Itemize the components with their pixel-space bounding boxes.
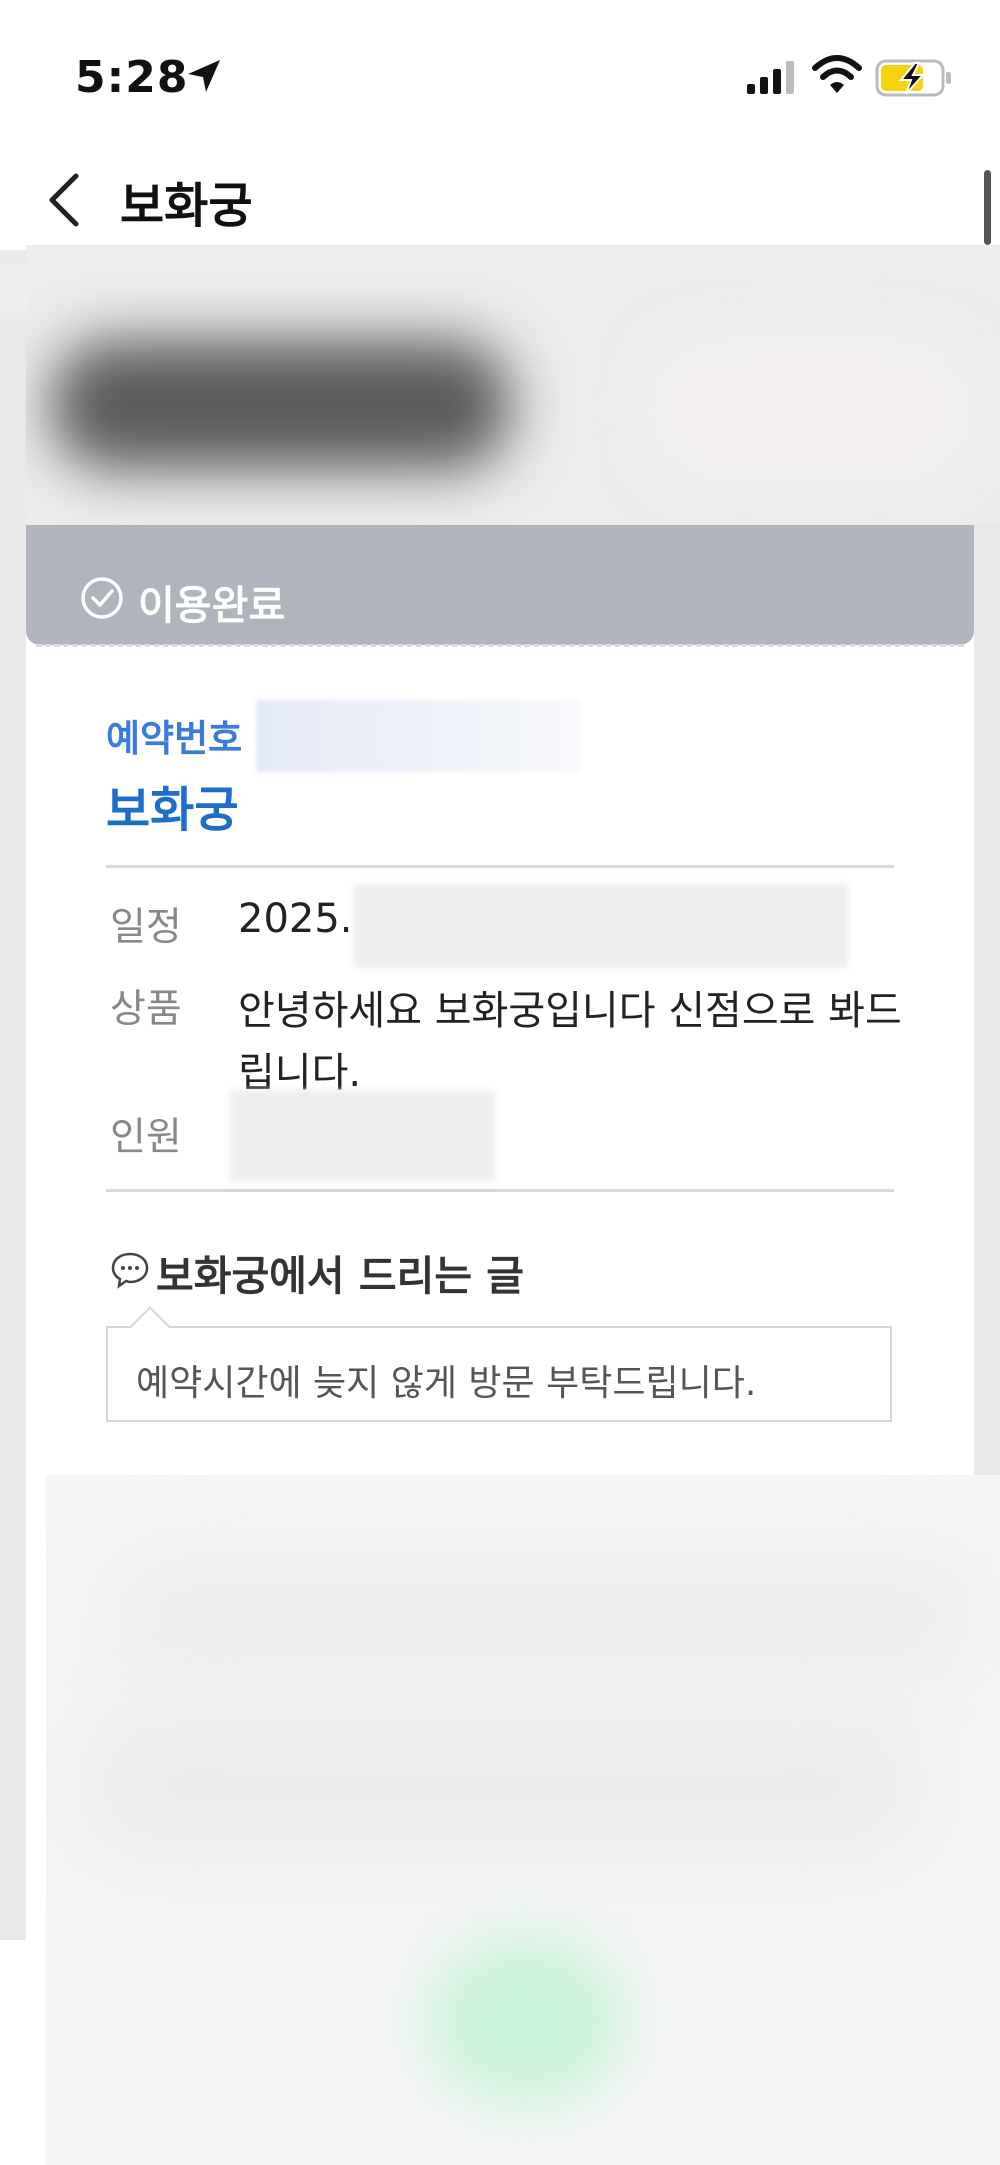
- blurred-content: [51, 340, 511, 470]
- scrollbar[interactable]: [984, 170, 991, 245]
- battery-charging-icon: [875, 59, 951, 97]
- blurred-banner: [26, 245, 1000, 525]
- reservation-number-redacted: [256, 700, 581, 772]
- app-header: 보화궁: [0, 150, 1000, 250]
- page-title: 보화궁: [120, 178, 253, 234]
- status-bar: 5:28: [0, 0, 1000, 150]
- back-chevron-icon[interactable]: [40, 170, 90, 230]
- reservation-status-strip: 이용완료: [26, 525, 974, 647]
- people-label: 인원: [110, 1115, 182, 1160]
- chat-bubble-icon: [111, 1252, 149, 1289]
- wifi-icon: [812, 55, 862, 93]
- blurred-content: [76, 1715, 926, 1855]
- message-text: 예약시간에 늦지 않게 방문 부탁드립니다.: [136, 1363, 757, 1404]
- schedule-redacted: [354, 884, 848, 968]
- place-name[interactable]: 보화궁: [106, 770, 238, 840]
- divider: [106, 1189, 894, 1192]
- product-value-line1: 안녕하세요 보화궁입니다 신점으로 봐드: [238, 988, 902, 1034]
- blurred-content: [426, 1935, 626, 2105]
- check-circle-icon: [81, 577, 123, 619]
- blurred-bottom-content: [46, 1475, 1000, 2165]
- blurred-content: [106, 1555, 986, 1675]
- status-label: 이용완료: [138, 583, 286, 629]
- location-arrow-icon: [188, 60, 220, 92]
- message-box: 예약시간에 늦지 않게 방문 부탁드립니다.: [106, 1326, 892, 1422]
- product-label: 상품: [110, 987, 182, 1032]
- status-time: 5:28: [75, 52, 189, 103]
- people-redacted: [230, 1090, 495, 1182]
- schedule-label: 일정: [110, 905, 182, 950]
- background-left-edge: [0, 250, 26, 1940]
- divider: [106, 865, 894, 868]
- message-title: 보화궁에서 드리는 글: [156, 1252, 525, 1300]
- reservation-number-label: 예약번호: [106, 717, 243, 760]
- schedule-value: 2025.: [238, 896, 353, 942]
- blurred-content: [646, 335, 976, 485]
- signal-icon: [747, 61, 794, 94]
